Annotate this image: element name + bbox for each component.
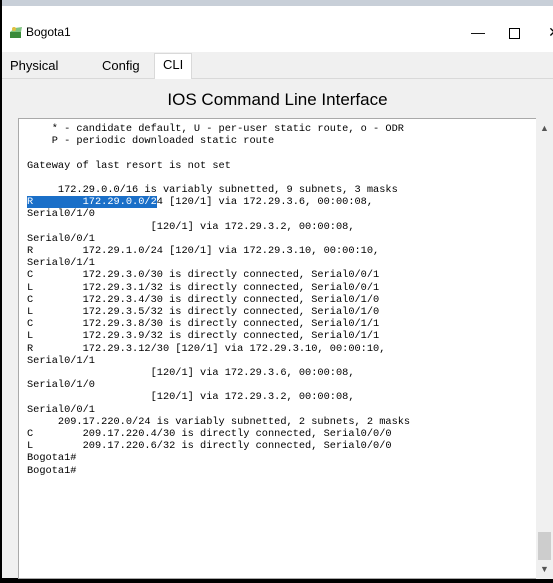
tab-bar: Physical Config CLI <box>2 52 553 79</box>
chevron-down-icon[interactable]: ▼ <box>536 561 553 578</box>
terminal-line: R 172.29.3.12/30 [120/1] via 172.29.3.10… <box>27 342 386 355</box>
router-icon <box>8 24 24 40</box>
terminal-line: C 172.29.3.4/30 is directly connected, S… <box>27 293 380 306</box>
terminal-line: 172.29.0.0/16 is variably subnetted, 9 s… <box>27 184 398 197</box>
terminal-line: Serial0/0/1 <box>27 403 95 416</box>
terminal-line: Serial0/0/1 <box>27 232 95 245</box>
terminal-line: Gateway of last resort is not set <box>27 159 231 172</box>
maximize-icon <box>508 27 520 39</box>
terminal-line: * - candidate default, U - per-user stat… <box>27 123 404 135</box>
selected-text: R 172.29.0.0/2 <box>27 196 157 209</box>
title-bar[interactable]: Bogota1 — ✕ <box>2 6 553 52</box>
terminal-line: [120/1] via 172.29.3.2, 00:00:08, <box>27 220 355 233</box>
cli-terminal[interactable]: * - candidate default, U - per-user stat… <box>18 118 538 579</box>
terminal-line: R 172.29.0.0/24 [120/1] via 172.29.3.6, … <box>27 196 374 209</box>
terminal-line: C 209.17.220.4/30 is directly connected,… <box>27 428 392 441</box>
terminal-line: Bogota1# <box>27 452 77 465</box>
terminal-line: L 209.17.220.6/32 is directly connected,… <box>27 440 392 453</box>
terminal-line: Bogota1# <box>27 464 77 477</box>
terminal-line: Serial0/1/0 <box>27 208 95 221</box>
tab-cli[interactable]: CLI <box>154 53 193 79</box>
scroll-thumb[interactable] <box>538 532 551 560</box>
terminal-line: L 172.29.3.1/32 is directly connected, S… <box>27 281 380 294</box>
terminal-line: C 172.29.3.8/30 is directly connected, S… <box>27 318 380 331</box>
cli-heading: IOS Command Line Interface <box>167 90 388 109</box>
terminal-line: 209.17.220.0/24 is variably subnetted, 2… <box>27 415 411 428</box>
terminal-line: P - periodic downloaded static route <box>27 135 275 148</box>
terminal-line: Serial0/1/0 <box>27 379 95 392</box>
terminal-line: R 172.29.1.0/24 [120/1] via 172.29.3.10,… <box>27 245 380 258</box>
terminal-scrollbar[interactable]: ▲ ▼ <box>536 118 553 579</box>
tab-config[interactable]: Config <box>94 55 148 77</box>
terminal-output: * - candidate default, U - per-user stat… <box>27 123 410 477</box>
window-title: Bogota1 <box>26 25 71 39</box>
terminal-line: C 172.29.3.0/30 is directly connected, S… <box>27 269 380 282</box>
terminal-line: [120/1] via 172.29.3.6, 00:00:08, <box>27 367 355 380</box>
terminal-line: [120/1] via 172.29.3.2, 00:00:08, <box>27 391 355 404</box>
maximize-button[interactable] <box>494 20 534 44</box>
tab-physical[interactable]: Physical <box>2 55 66 77</box>
minimize-button[interactable]: — <box>458 20 498 44</box>
terminal-line: L 172.29.3.9/32 is directly connected, S… <box>27 330 380 343</box>
chevron-up-icon[interactable]: ▲ <box>536 120 553 137</box>
close-button[interactable]: ✕ <box>534 20 553 44</box>
terminal-line: L 172.29.3.5/32 is directly connected, S… <box>27 306 380 319</box>
terminal-line: Serial0/1/1 <box>27 257 95 270</box>
terminal-line: Serial0/1/1 <box>27 354 95 367</box>
